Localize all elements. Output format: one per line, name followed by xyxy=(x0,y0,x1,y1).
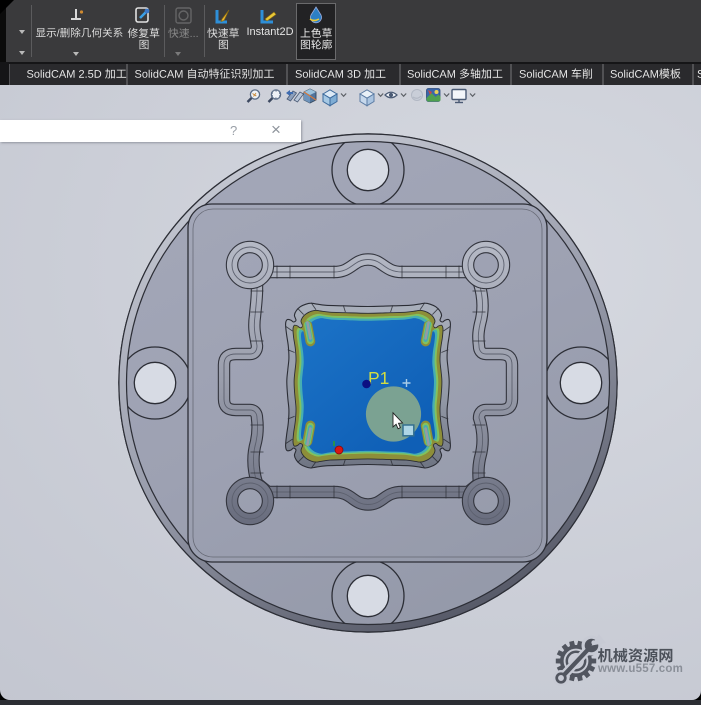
svg-text:P1: P1 xyxy=(368,368,389,388)
